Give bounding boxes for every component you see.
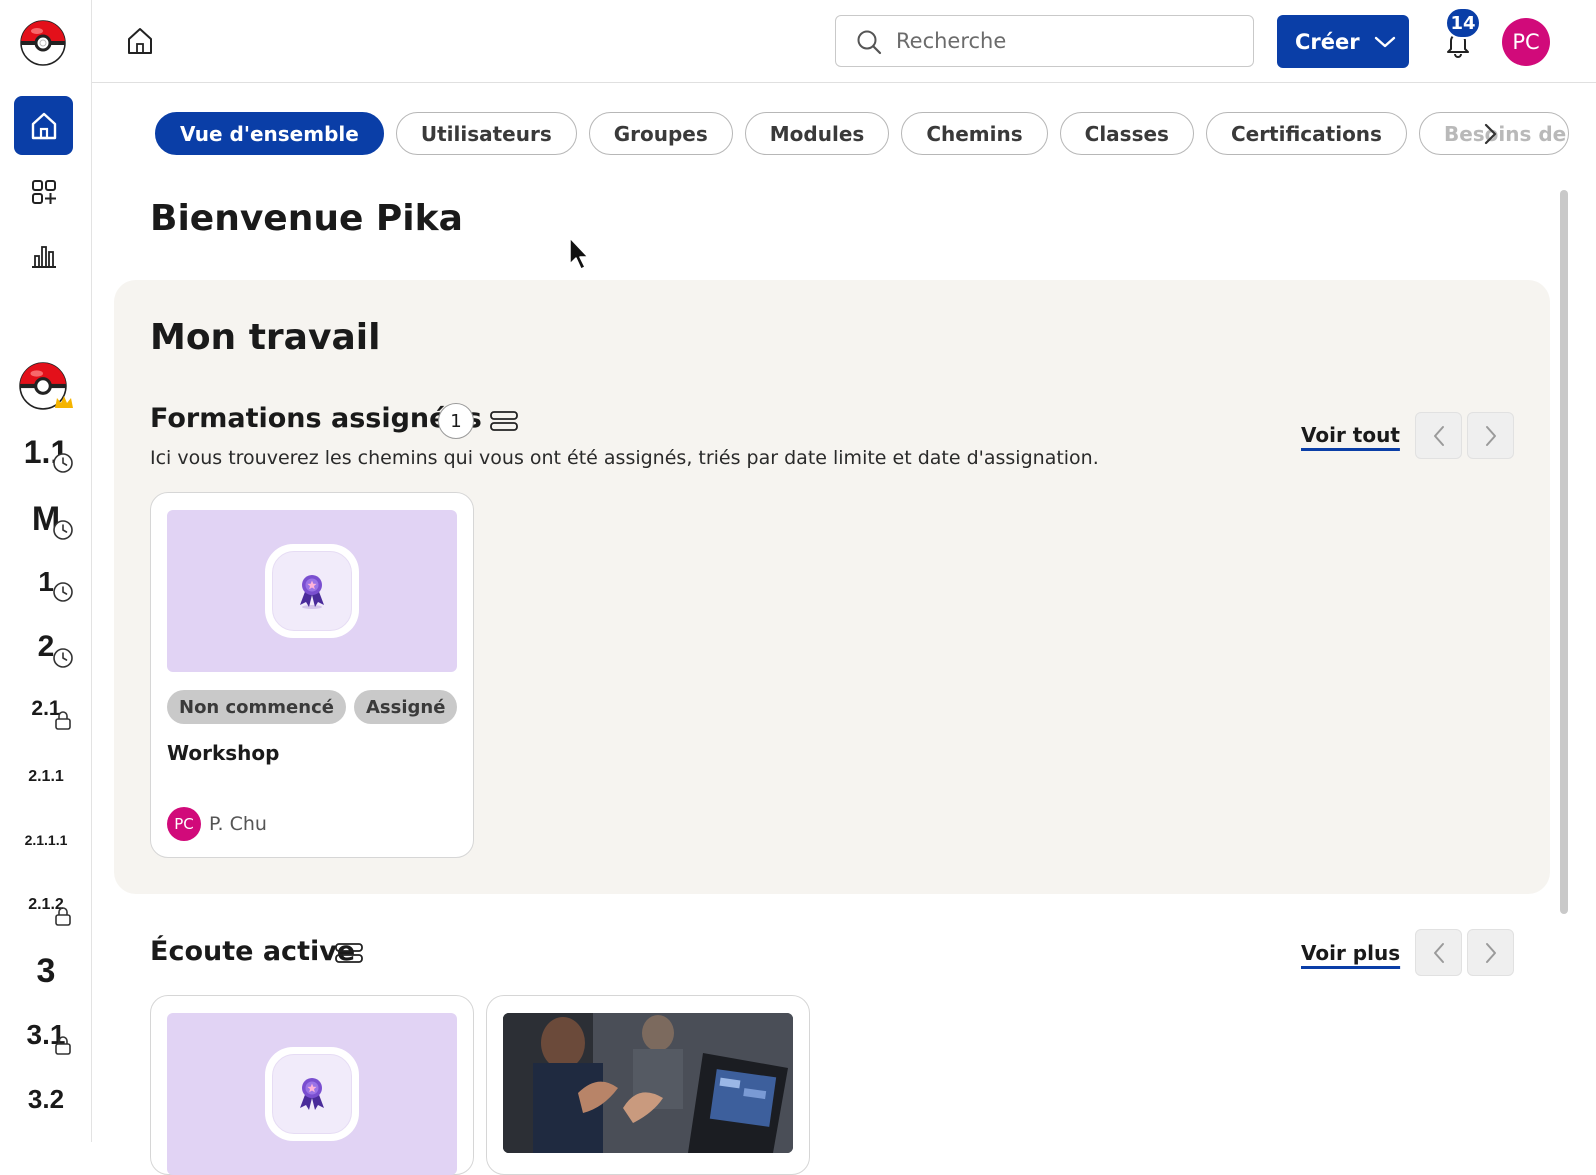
course-card-workshop[interactable]: Non commencé Assigné Workshop PC P. Chu	[150, 492, 474, 858]
award-ribbon-icon	[300, 1078, 324, 1110]
chevron-down-icon	[1374, 36, 1395, 47]
chevron-right-icon[interactable]	[1474, 118, 1506, 150]
course-card-listening-2[interactable]	[486, 995, 810, 1175]
tab-1[interactable]: Vue d'ensemble	[155, 112, 384, 155]
see-more-link[interactable]: Voir plus	[1301, 941, 1400, 965]
see-all-link[interactable]: Voir tout	[1301, 423, 1400, 447]
thumbnail-badge-inner	[272, 1054, 352, 1134]
create-button[interactable]: Créer	[1277, 15, 1409, 68]
rail-path-label: 3.2	[27, 1084, 65, 1114]
tab-3[interactable]: Groupes	[588, 112, 733, 155]
tab-5[interactable]: Chemins	[901, 112, 1048, 155]
chevron-right-icon	[1485, 425, 1496, 446]
rail-path-item[interactable]: 3	[0, 952, 92, 991]
rail-path-item[interactable]: 3.1	[0, 1019, 92, 1055]
rail-home-button[interactable]	[14, 96, 73, 155]
scrollbar[interactable]	[1560, 190, 1568, 914]
list-view-icon[interactable]	[490, 410, 518, 432]
apps-add-icon	[31, 179, 56, 204]
notification-count-badge[interactable]: 14	[1445, 7, 1481, 39]
lock-badge	[52, 905, 74, 927]
listening-prev-button[interactable]	[1415, 929, 1462, 976]
lock-badge	[52, 1034, 74, 1056]
lock-icon	[55, 1036, 71, 1055]
active-listening-title: Écoute active	[150, 936, 356, 967]
bar-chart-icon	[31, 245, 56, 268]
tab-bar: Vue d'ensemble Utilisateurs Groupes Modules…	[155, 112, 1569, 156]
tab-2[interactable]: Utilisateurs	[395, 112, 577, 155]
clock-icon	[53, 648, 73, 668]
course-author: PC P. Chu	[167, 807, 267, 841]
thumbnail-badge	[265, 1047, 359, 1141]
home-icon	[31, 112, 56, 139]
mouse-cursor-icon	[569, 237, 589, 270]
tab-4[interactable]: Modules	[744, 112, 890, 155]
rail-path-item[interactable]: 2	[0, 630, 92, 668]
lock-badge	[52, 709, 74, 731]
clock-icon	[53, 520, 73, 540]
course-thumbnail	[167, 510, 457, 672]
assigned-description: Ici vous trouverez les chemins qui vous …	[150, 447, 1099, 469]
assigned-next-button[interactable]	[1467, 412, 1514, 459]
create-button-label: Créer	[1295, 29, 1360, 54]
rail-path-item[interactable]: 2.1.2	[0, 896, 92, 926]
course-title[interactable]: Workshop	[167, 741, 279, 765]
course-card-listening-1[interactable]	[150, 995, 474, 1175]
home-icon[interactable]	[126, 26, 154, 56]
clock-badge	[52, 581, 74, 603]
rail-path-label: 2.1.1.1	[24, 832, 68, 848]
course-thumbnail	[167, 1013, 457, 1175]
pokeball-logo-icon[interactable]	[20, 20, 66, 66]
clock-badge	[52, 452, 74, 474]
clock-icon	[53, 582, 73, 602]
rail-path-item[interactable]: M	[0, 500, 92, 541]
rail-path-label: 2.1.1	[28, 768, 64, 785]
search-box[interactable]	[835, 15, 1254, 67]
rail-path-label: 3	[36, 952, 56, 990]
thumbnail-badge-inner	[272, 551, 352, 631]
search-icon	[857, 30, 882, 55]
chevron-right-icon	[1485, 942, 1496, 963]
clock-icon	[53, 453, 73, 473]
rail-path-item[interactable]: 1.1	[0, 434, 92, 474]
meeting-photo-icon	[503, 1013, 793, 1153]
rail-reports-button[interactable]	[14, 226, 73, 285]
rail-catalog-button[interactable]	[14, 162, 73, 221]
user-avatar[interactable]: PC	[1502, 18, 1550, 66]
assignment-badge: Assigné	[353, 690, 458, 724]
thumbnail-badge	[265, 544, 359, 638]
list-view-icon[interactable]	[335, 942, 363, 964]
rail-path-item[interactable]: 1	[0, 566, 92, 602]
top-bar: Créer 14 PC	[92, 0, 1596, 83]
crown-icon	[55, 396, 73, 408]
course-tags: Non commencé Assigné	[167, 690, 458, 724]
my-work-title: Mon travail	[150, 317, 381, 358]
rail-path-item[interactable]: 3.2	[0, 1084, 92, 1115]
assigned-prev-button[interactable]	[1415, 412, 1462, 459]
rail-path-item[interactable]: 2.1	[0, 697, 92, 730]
assigned-count-badge: 1	[438, 403, 474, 439]
listening-next-button[interactable]	[1467, 929, 1514, 976]
rail-path-item[interactable]: 2.1.1	[0, 768, 92, 786]
chevron-left-icon	[1433, 425, 1444, 446]
author-name: P. Chu	[209, 813, 267, 835]
tab-6[interactable]: Classes	[1059, 112, 1194, 155]
search-input[interactable]	[896, 26, 1236, 56]
status-badge: Non commencé	[167, 690, 346, 724]
clock-badge	[52, 519, 74, 541]
lock-icon	[55, 907, 71, 926]
left-rail: 1.1 M 1 2 2.1 2.1.1 2.1.1.1 2.1.2 3 3.1 3.2	[0, 0, 92, 1142]
welcome-heading: Bienvenue Pika	[150, 198, 463, 239]
author-avatar: PC	[167, 807, 201, 841]
assigned-section-title: Formations assignées	[150, 403, 482, 434]
course-photo-meeting	[503, 1013, 793, 1153]
clock-badge	[52, 647, 74, 669]
chevron-left-icon	[1433, 942, 1444, 963]
lock-icon	[55, 711, 71, 730]
award-ribbon-icon	[300, 575, 324, 609]
rail-path-item[interactable]: 2.1.1.1	[0, 832, 92, 850]
tab-7[interactable]: Certifications	[1205, 112, 1407, 155]
